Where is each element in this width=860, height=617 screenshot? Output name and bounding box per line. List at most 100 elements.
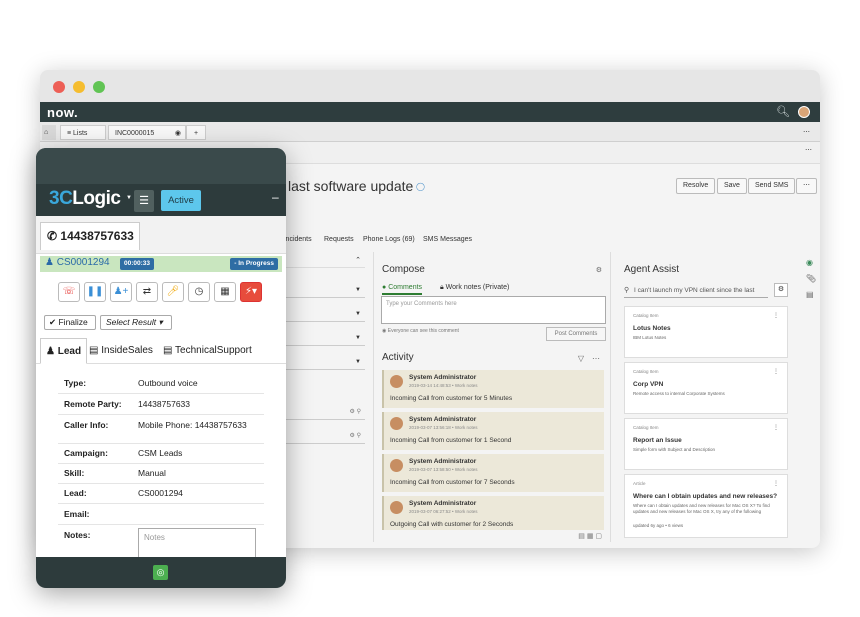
close-window-button[interactable] [53,81,65,93]
hold-icon[interactable]: ❚❚ [84,282,106,302]
more-icon[interactable]: ⋯ [805,146,812,154]
assist-card[interactable]: Catalog Item ⋮ Lotus Notes IBM Lotus Not… [624,306,788,358]
tab-technical-support[interactable]: ▤ TechnicalSupport [158,338,257,364]
assist-search-input[interactable]: I can't launch my VPN client since the l… [624,284,768,298]
tab-incidents[interactable]: incidents [284,236,312,243]
dialpad-icon[interactable]: ▦ [214,282,236,302]
tag-icon[interactable]: ◯ [416,182,425,191]
tab-work-notes[interactable]: 🔒︎ Work notes (Private) [440,284,509,292]
more-icon[interactable]: ⋮ [773,480,779,487]
settings-icon[interactable]: ⚙ [774,283,788,297]
chevron-down-icon: ▼ [355,287,361,293]
logo-logic: Logic [72,188,121,209]
form-section-header[interactable]: ⌃ [285,254,365,268]
compose-panel: Compose ⚙ ● Comments 🔒︎ Work notes (Priv… [373,252,611,542]
field-row: Type: Outbound voice [58,374,264,394]
form-select[interactable]: ▼ [285,284,365,298]
chevron-up-icon[interactable]: ⌃ [355,256,361,264]
view-toggle-icons[interactable]: ▤ ▦ ▢ [578,532,602,540]
document-icon[interactable]: ▤ [806,290,814,299]
form-select[interactable]: ▼ [285,308,365,322]
line-tab[interactable]: ✆ 14438757633 [40,222,140,250]
field-label: Skill: [64,468,85,478]
tab-lead[interactable]: ♟ Lead [40,338,88,364]
save-button[interactable]: Save [717,178,747,194]
softphone-footer: ◎ [36,557,286,588]
filter-icon[interactable]: ▽ [578,354,584,363]
assist-card[interactable]: Article ⋮ Where can I obtain updates and… [624,474,788,538]
more-icon[interactable]: ⋮ [773,312,779,319]
card-extra: updated 6y ago • 6 views [633,523,684,528]
tab-technical-support-label: TechnicalSupport [175,345,252,356]
call-timer: 00:00:33 [120,258,155,270]
card-title: Where can I obtain updates and new relea… [633,493,778,500]
tab-requests[interactable]: Requests [324,236,354,243]
tab-comments[interactable]: ● Comments [382,284,423,295]
avatar [390,375,403,388]
more-icon[interactable]: ⋮ [773,424,779,431]
assist-card[interactable]: Catalog Item ⋮ Corp VPN Remote access to… [624,362,788,414]
settings-icon[interactable]: ⚙ [596,266,602,274]
servicenow-logo[interactable]: now. [47,105,78,120]
caret-down-icon[interactable]: ▼ [126,195,132,201]
more-actions-button[interactable]: ⋯ [796,178,817,194]
tab-sms-messages[interactable]: SMS Messages [423,236,472,243]
minimize-icon[interactable]: – [272,190,279,204]
softphone-drag-bar[interactable] [36,148,286,184]
search-icon[interactable]: 🔍︎ [776,105,790,118]
assist-card[interactable]: Catalog Item ⋮ Report an Issue Simple fo… [624,418,788,470]
eye-icon[interactable]: ◉ [175,126,181,141]
card-kind: Catalog Item [633,369,659,374]
menu-icon[interactable]: ☰ [134,190,154,212]
maximize-window-button[interactable] [93,81,105,93]
field-value: Manual [138,468,166,478]
clock-icon[interactable]: ◷ [188,282,210,302]
add-user-icon[interactable]: ♟+ [110,282,132,302]
card-title: Report an Issue [633,437,682,444]
tab-lead-label: Lead [57,346,82,357]
send-sms-button[interactable]: Send SMS [748,178,796,194]
comment-input[interactable]: Type your Comments here [381,296,606,324]
tab-bar: ⌂ ≡ Lists INC0000015 ◉ + ⋯ [40,122,820,142]
form-select[interactable]: ▼ [285,332,365,346]
3clogic-logo[interactable]: 3CLogic [49,188,121,210]
field-label: Type: [64,378,87,388]
lightning-icon[interactable]: ⚡︎▾ [240,282,262,302]
case-link[interactable]: ♟ CS0001294 [45,257,110,268]
field-value: Mobile Phone: 14438757633 [138,420,247,430]
logo-3c: 3C [49,188,73,209]
agent-status-button[interactable]: Active [161,190,201,211]
home-icon[interactable]: ⌂ [42,125,56,140]
transfer-icon[interactable]: ⇄ [136,282,158,302]
globe-icon[interactable]: ◎ [153,565,168,580]
add-tab-button[interactable]: + [186,125,206,140]
form-reference-field[interactable]: ⚙ ⚲ [285,430,365,444]
field-value: Outbound voice [138,378,198,388]
tab-inside-sales[interactable]: ▤ InsideSales [84,338,158,364]
hangup-icon[interactable]: ☏ [58,282,80,302]
user-avatar[interactable] [798,106,810,118]
microphone-icon[interactable]: 🎤︎ [162,282,184,302]
form-select[interactable]: ▼ [285,356,365,370]
more-icon[interactable]: ⋯ [797,125,816,140]
avatar [390,417,403,430]
minimize-window-button[interactable] [73,81,85,93]
tab-lists[interactable]: ≡ Lists [60,125,106,140]
field-label: Lead: [64,488,87,498]
notes-input[interactable]: Notes [138,528,256,560]
search-icon[interactable]: ⚙ ⚲ [350,408,361,415]
attachment-icon[interactable]: 📎︎ [806,274,816,283]
tab-phone-logs[interactable]: Phone Logs (69) [363,236,415,243]
resolve-button[interactable]: Resolve [676,178,716,194]
form-reference-field[interactable]: ⚙ ⚲ [285,406,365,420]
more-icon[interactable]: ⋮ [773,368,779,375]
activity-author: System Administrator [409,458,477,465]
search-icon[interactable]: ⚙ ⚲ [350,432,361,439]
case-id: CS0001294 [56,257,110,268]
post-comments-button[interactable]: Post Comments [546,327,606,341]
more-icon[interactable]: ⋯ [592,354,600,363]
select-result-dropdown[interactable]: Select Result ▾ [100,315,172,330]
agent-icon[interactable]: ◉ [806,258,813,267]
tab-record[interactable]: INC0000015 ◉ [108,125,186,140]
finalize-button[interactable]: ✔ Finalize [44,315,96,330]
